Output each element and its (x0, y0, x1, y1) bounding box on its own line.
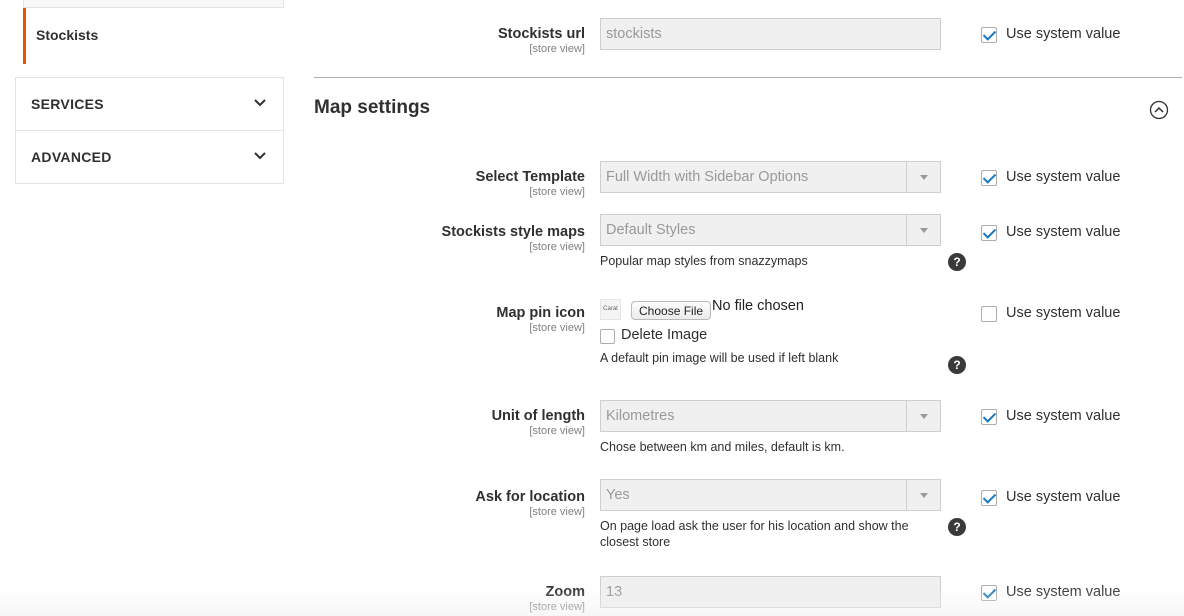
unit-of-length-dropdown[interactable]: Kilometres (600, 400, 941, 432)
sidebar-section-services[interactable]: SERVICES (15, 77, 284, 131)
use-system-label: Use system value (1006, 169, 1121, 185)
unit-of-length-note: Chose between km and miles, default is k… (600, 440, 845, 454)
sidebar-previous-item-edge (23, 0, 284, 8)
use-system-label: Use system value (1006, 408, 1121, 424)
field-label: Zoom (545, 584, 585, 600)
field-scope: [store view] (529, 241, 585, 253)
zoom-label: Zoom [store view] (529, 584, 585, 613)
use-system-checkbox[interactable] (981, 490, 997, 506)
sidebar-section-label: ADVANCED (31, 149, 112, 165)
zoom-input[interactable]: 13 (600, 576, 941, 608)
use-system-label: Use system value (1006, 489, 1121, 505)
chevron-up-circle-icon[interactable] (1149, 100, 1169, 120)
field-scope: [store view] (529, 601, 585, 613)
help-icon[interactable]: ? (948, 356, 966, 374)
choose-file-button[interactable]: Choose File (631, 301, 712, 320)
field-scope: [store view] (529, 425, 585, 437)
use-system-checkbox[interactable] (981, 409, 997, 425)
field-scope: [store view] (529, 186, 585, 198)
use-system-label: Use system value (1006, 584, 1121, 600)
field-label: Stockists style maps (441, 224, 585, 240)
select-value: Full Width with Sidebar Options (606, 169, 809, 185)
file-status-text: No file chosen (712, 298, 804, 314)
delete-image-label[interactable]: Delete Image (621, 327, 707, 343)
use-system-label: Use system value (1006, 305, 1121, 321)
field-scope: [store view] (529, 43, 585, 55)
ask-location-dropdown[interactable]: Yes (600, 479, 941, 511)
chevron-down-icon (254, 152, 266, 160)
style-maps-note: Popular map styles from snazzymaps (600, 254, 808, 268)
pin-image-thumbnail[interactable]: Carat (600, 299, 621, 320)
field-scope: [store view] (529, 506, 585, 518)
help-icon[interactable]: ? (948, 518, 966, 536)
select-value: Yes (606, 487, 630, 503)
select-value: Default Styles (606, 222, 696, 238)
sidebar-item-label: Stockists (36, 27, 99, 43)
select-template-label: Select Template [store view] (476, 169, 585, 198)
use-system-checkbox[interactable] (981, 225, 997, 241)
dropdown-arrow-icon[interactable] (906, 162, 940, 192)
select-value: Kilometres (606, 408, 675, 424)
select-template-dropdown[interactable]: Full Width with Sidebar Options (600, 161, 941, 193)
field-label: Stockists url (497, 26, 585, 42)
use-system-checkbox[interactable] (981, 585, 997, 601)
chevron-down-icon (254, 99, 266, 107)
delete-image-checkbox[interactable] (600, 329, 615, 344)
use-system-checkbox[interactable] (981, 170, 997, 186)
use-system-label: Use system value (1006, 26, 1121, 42)
sidebar-item-stockists[interactable]: Stockists (23, 8, 284, 64)
field-label: Ask for location (475, 489, 585, 505)
map-pin-label: Map pin icon [store view] (496, 305, 585, 334)
field-label: Map pin icon (496, 305, 585, 321)
stockists-url-input[interactable]: stockists (600, 18, 941, 50)
map-pin-note: A default pin image will be used if left… (600, 351, 839, 365)
style-maps-dropdown[interactable]: Default Styles (600, 214, 941, 246)
help-icon[interactable]: ? (948, 253, 966, 271)
dropdown-arrow-icon[interactable] (906, 401, 940, 431)
use-system-checkbox[interactable] (981, 306, 997, 322)
unit-of-length-label: Unit of length [store view] (492, 408, 585, 437)
sidebar-section-label: SERVICES (31, 96, 104, 112)
ask-location-label: Ask for location [store view] (475, 489, 585, 518)
section-title[interactable]: Map settings (314, 97, 430, 119)
field-label: Select Template (475, 169, 585, 185)
use-system-label: Use system value (1006, 224, 1121, 240)
dropdown-arrow-icon[interactable] (906, 480, 940, 510)
field-scope: [store view] (529, 322, 585, 334)
use-system-checkbox[interactable] (981, 27, 997, 43)
field-label: Unit of length (491, 408, 585, 424)
sidebar-section-advanced[interactable]: ADVANCED (15, 130, 284, 184)
style-maps-label: Stockists style maps [store view] (442, 224, 585, 253)
ask-location-note: On page load ask the user for his locati… (600, 519, 909, 549)
dropdown-arrow-icon[interactable] (906, 215, 940, 245)
section-divider (314, 77, 1182, 78)
stockists-url-label: Stockists url [store view] (498, 26, 585, 55)
